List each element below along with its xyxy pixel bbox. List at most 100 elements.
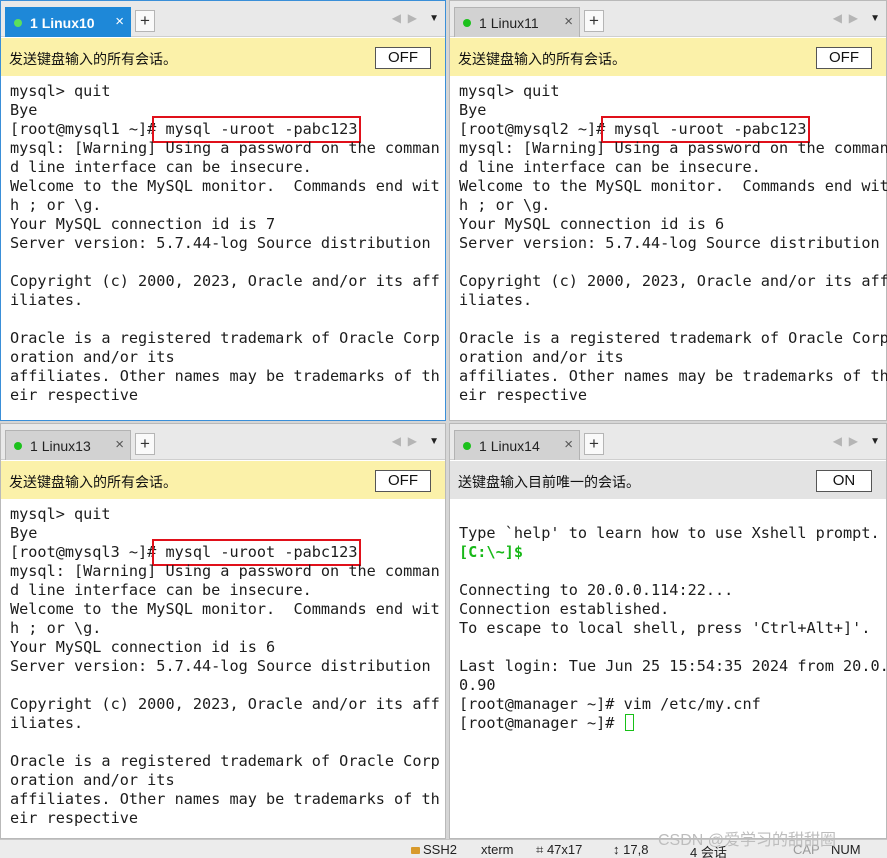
session-dot-icon (463, 19, 471, 27)
terminal-output[interactable]: mysql> quit Bye [root@mysql3 ~]# mysql -ur… (10, 505, 441, 828)
send-keys-bar: 送键盘输入目前唯一的会话。 ON (450, 461, 886, 499)
tab-label: 1 Linux11 (479, 15, 539, 31)
terminal-line-text: mysql: [Warning] Using a password on the… (10, 139, 440, 157)
menu-chevron-icon[interactable]: ▼ (870, 13, 880, 24)
terminal-line: iliates. (459, 291, 882, 310)
watermark: CSDN @爱学习的甜甜圈 (658, 832, 837, 849)
terminal-line: oration and/or its (10, 771, 441, 790)
terminal-line: affiliates. Other names may be trademark… (10, 367, 441, 386)
terminal-line-text: Welcome to the MySQL monitor. Commands e… (10, 177, 440, 195)
prev-arrow-icon[interactable]: ◀ (392, 434, 401, 448)
terminal-line-text: iliates. (10, 714, 84, 732)
next-arrow-icon[interactable]: ▶ (408, 11, 417, 25)
terminal-line: Server version: 5.7.44-log Source distri… (10, 657, 441, 676)
prev-arrow-icon[interactable]: ◀ (833, 434, 842, 448)
terminal-output[interactable]: Type `help' to learn how to use Xshell p… (459, 505, 887, 733)
prev-arrow-icon[interactable]: ◀ (392, 11, 401, 25)
terminal-line-text: d line interface can be insecure. (10, 581, 312, 599)
send-keys-toggle-button[interactable]: OFF (375, 47, 431, 69)
terminal-line: eir respective (459, 386, 882, 405)
close-icon[interactable]: × (115, 13, 124, 30)
terminal-line: [root@mysql3 ~]# mysql -uroot -pabc123 (10, 539, 441, 566)
terminal-line-text: mysql: [Warning] Using a password on the… (459, 139, 887, 157)
session-pane-linux10[interactable]: 1 Linux10 × + ◀ ▶ ▼ 发送键盘输入的所有会话。 OFF mys… (0, 0, 446, 421)
add-tab-icon[interactable]: + (135, 10, 155, 32)
terminal-line: Bye (459, 101, 882, 120)
terminal-line-text: oration and/or its (459, 348, 624, 366)
terminal-line-text: Last login: Tue Jun 25 15:54:35 2024 fro… (459, 657, 887, 675)
terminal-output[interactable]: mysql> quit Bye [root@mysql2 ~]# mysql -ur… (459, 82, 887, 405)
terminal-line-text: Welcome to the MySQL monitor. Commands e… (10, 600, 440, 618)
terminal-line-text: affiliates. Other names may be trademark… (459, 367, 887, 385)
close-icon[interactable]: × (564, 436, 573, 453)
next-arrow-icon[interactable]: ▶ (849, 434, 858, 448)
prev-arrow-icon[interactable]: ◀ (833, 11, 842, 25)
close-icon[interactable]: × (115, 436, 124, 453)
terminal-line-text: [root@mysql3 ~]# (10, 543, 157, 561)
terminal-line: eir respective (10, 386, 441, 405)
terminal-line-text: Copyright (c) 2000, 2023, Oracle and/or … (10, 272, 440, 290)
tab-linux11[interactable]: 1 Linux11 × (454, 7, 580, 37)
terminal-line-text: Your MySQL connection id is 7 (10, 215, 276, 233)
send-keys-text: 发送键盘输入的所有会话。 (9, 51, 177, 67)
tab-label: 1 Linux10 (30, 15, 95, 31)
terminal-line: oration and/or its (459, 348, 882, 367)
terminal-line-text: Bye (10, 524, 38, 542)
terminal-line-text: Copyright (c) 2000, 2023, Oracle and/or … (10, 695, 440, 713)
add-tab-icon[interactable]: + (584, 433, 604, 455)
terminal-line: mysql> quit (10, 505, 441, 524)
terminal-line-text: iliates. (459, 291, 533, 309)
send-keys-bar: 发送键盘输入的所有会话。 OFF (1, 461, 445, 499)
tab-bar: 1 Linux10 × + ◀ ▶ ▼ (1, 1, 445, 37)
session-pane-linux13[interactable]: 1 Linux13 × + ◀ ▶ ▼ 发送键盘输入的所有会话。 OFF mys… (0, 423, 446, 839)
close-icon[interactable]: × (564, 13, 573, 30)
terminal-output[interactable]: mysql> quit Bye [root@mysql1 ~]# mysql -ur… (10, 82, 441, 405)
menu-chevron-icon[interactable]: ▼ (429, 13, 439, 24)
session-pane-linux11[interactable]: 1 Linux11 × + ◀ ▶ ▼ 发送键盘输入的所有会话。 OFF mys… (449, 0, 887, 421)
terminal-line-text: iliates. (10, 291, 84, 309)
terminal-line: mysql> quit (459, 82, 882, 101)
terminal-line-text: mysql> quit (10, 505, 111, 523)
terminal-line-text: 0.90 (459, 676, 496, 694)
highlighted-command: mysql -uroot -pabc123 (152, 539, 362, 566)
terminal-line-text: mysql> quit (459, 82, 560, 100)
next-arrow-icon[interactable]: ▶ (408, 434, 417, 448)
terminal-line-text: Welcome to the MySQL monitor. Commands e… (459, 177, 887, 195)
terminal-line: Bye (10, 524, 441, 543)
terminal-line-text: affiliates. Other names may be trademark… (10, 790, 440, 808)
terminal-line-text: Bye (459, 101, 487, 119)
add-tab-icon[interactable]: + (135, 433, 155, 455)
terminal-line: mysql: [Warning] Using a password on the… (459, 139, 887, 158)
tab-linux14[interactable]: 1 Linux14 × (454, 430, 580, 460)
terminal-line-text: h ; or \g. (10, 196, 102, 214)
highlighted-command: mysql -uroot -pabc123 (601, 116, 811, 143)
menu-chevron-icon[interactable]: ▼ (429, 436, 439, 447)
send-keys-toggle-button[interactable]: OFF (816, 47, 872, 69)
terminal-line-text: Server version: 5.7.44-log Source distri… (10, 657, 431, 675)
terminal-line-text: [root@mysql2 ~]# (459, 120, 606, 138)
add-tab-icon[interactable]: + (584, 10, 604, 32)
send-keys-text: 送键盘输入目前唯一的会话。 (458, 474, 640, 490)
terminal-line: Server version: 5.7.44-log Source distri… (459, 234, 882, 253)
terminal-line-text: Your MySQL connection id is 6 (10, 638, 276, 656)
send-keys-toggle-button[interactable]: OFF (375, 470, 431, 492)
session-pane-linux14[interactable]: 1 Linux14 × + ◀ ▶ ▼ 送键盘输入目前唯一的会话。 ON Typ… (449, 423, 887, 839)
send-keys-toggle-button[interactable]: ON (816, 470, 872, 492)
terminal-line: affiliates. Other names may be trademark… (10, 790, 441, 809)
terminal-line: Oracle is a registered trademark of Orac… (459, 329, 887, 348)
terminal-line: [root@mysql1 ~]# mysql -uroot -pabc123 (10, 116, 441, 143)
status-size: ⌗ 47x17 (536, 842, 583, 857)
terminal-line: Your MySQL connection id is 7 (10, 215, 441, 234)
terminal-line: Welcome to the MySQL monitor. Commands e… (459, 177, 887, 196)
tab-linux13[interactable]: 1 Linux13 × (5, 430, 131, 460)
tab-linux10[interactable]: 1 Linux10 × (5, 7, 131, 37)
next-arrow-icon[interactable]: ▶ (849, 11, 858, 25)
terminal-line-text: d line interface can be insecure. (10, 158, 312, 176)
terminal-line-text: eir respective (459, 386, 588, 404)
menu-chevron-icon[interactable]: ▼ (870, 436, 880, 447)
